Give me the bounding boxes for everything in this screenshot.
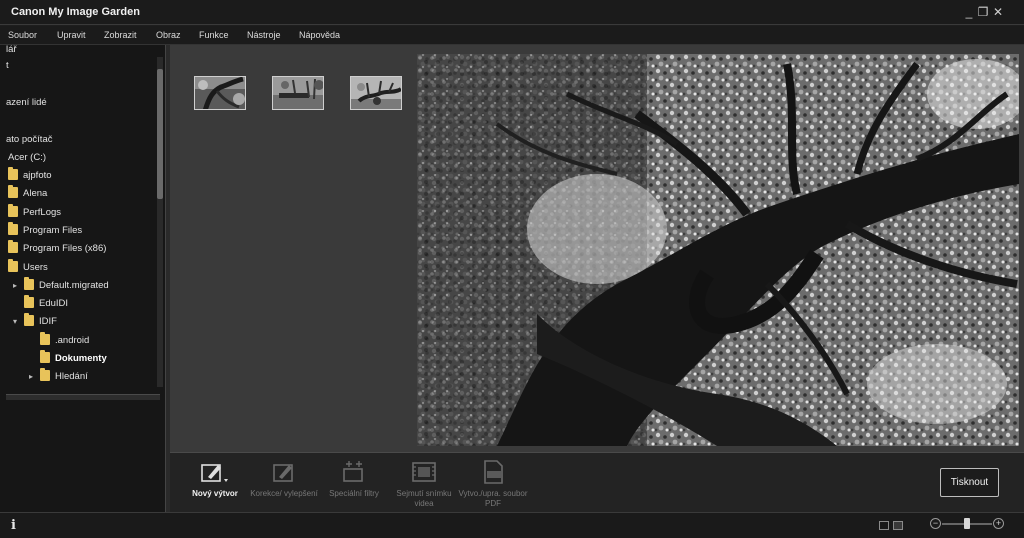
new-creation-label: Nový výtvor (192, 489, 238, 498)
folder-item[interactable]: Default.migrated (24, 276, 109, 294)
folder-label: Dokumenty (55, 353, 107, 364)
folder-icon (8, 240, 18, 254)
video-capture-label: Sejmutí snímku videa (396, 489, 452, 508)
sidebar-item-drive-c[interactable]: Acer (C:) (8, 150, 46, 166)
folder-item[interactable]: Hledání (40, 368, 88, 385)
correct-enhance-icon (273, 464, 293, 482)
folder-item[interactable]: Dokumenty (40, 350, 107, 367)
special-filters-icon (343, 461, 363, 482)
video-capture-tool[interactable]: Sejmutí snímku videa (389, 459, 459, 509)
folder-item[interactable]: Users (8, 258, 48, 276)
menu-nastroje[interactable]: Nástroje (247, 30, 281, 40)
folder-icon (24, 276, 34, 290)
sidebar-item-this-pc[interactable]: ato počítač (6, 132, 52, 148)
folder-icon (40, 331, 50, 345)
title-bar: Canon My Image Garden _ ❐ ✕ (0, 0, 1024, 25)
zoom-out-button[interactable]: − (930, 518, 941, 529)
folder-label: EduIDI (39, 298, 69, 310)
sidebar-item-people[interactable]: azení lidé (6, 95, 47, 111)
folder-label: Alena (23, 188, 48, 200)
folder-item[interactable]: .android (40, 331, 90, 349)
print-button[interactable]: Tisknout (940, 468, 999, 497)
folder-label: Hledání (55, 371, 88, 383)
bottom-toolbar: Nový výtvor Korekce/ vylepšení Speciální… (170, 452, 1024, 512)
menu-upravit[interactable]: Upravit (57, 30, 86, 40)
folder-icon (24, 313, 34, 327)
special-filters-tool[interactable]: Speciální filtry (319, 459, 389, 499)
folder-label: IDIF (39, 316, 57, 328)
tree-scrollbar-thumb[interactable] (157, 69, 163, 199)
folder-icon (8, 185, 18, 199)
folder-item[interactable]: ajpfoto (8, 167, 52, 184)
folder-label: Default.migrated (39, 279, 109, 291)
folder-icon (40, 368, 50, 382)
folder-item[interactable]: EduIDI (24, 295, 69, 312)
correct-enhance-tool[interactable]: Korekce/ vylepšení (249, 459, 319, 499)
minimize-button[interactable]: _ (962, 5, 976, 19)
folder-icon (8, 221, 18, 235)
app-title: Canon My Image Garden (11, 6, 140, 18)
folder-label: ajpfoto (23, 170, 52, 181)
folder-icon (8, 167, 18, 180)
thumbnail-view-icon[interactable] (879, 521, 889, 530)
collapsed-arrow-icon[interactable]: ▸ (29, 369, 33, 385)
sidebar-item-event[interactable]: t (6, 58, 9, 74)
folder-item[interactable]: Program Files (x86) (8, 240, 107, 257)
folder-label: Users (23, 261, 48, 273)
menu-funkce[interactable]: Funkce (199, 30, 229, 40)
pdf-tool[interactable]: Vytvo./upra. soubor PDF (458, 459, 528, 509)
folder-item[interactable]: Program Files (8, 221, 83, 239)
tree-scrollbar[interactable] (157, 57, 163, 387)
sidebar-item-calendar[interactable]: lář (6, 45, 17, 58)
folder-label: PerfLogs (23, 206, 62, 218)
status-bar: i − + (0, 512, 1024, 538)
folder-icon (24, 295, 34, 309)
pdf-label: Vytvo./upra. soubor PDF (458, 489, 528, 508)
zoom-slider-handle[interactable] (964, 518, 970, 529)
folder-item[interactable]: PerfLogs (8, 203, 62, 221)
special-filters-label: Speciální filtry (329, 489, 379, 498)
zoom-in-button[interactable]: + (993, 518, 1004, 529)
folder-label: .android (55, 334, 90, 346)
menu-soubor[interactable]: Soubor (8, 30, 37, 40)
main-panel (170, 45, 1024, 452)
new-creation-icon (201, 464, 228, 482)
folder-item[interactable]: IDIF (24, 313, 57, 330)
thumbnail-1[interactable] (194, 76, 246, 110)
menu-obraz[interactable]: Obraz (156, 30, 181, 40)
sidebar: lář t azení lidé ato počítač Acer (C:) a… (0, 45, 166, 512)
folder-item[interactable]: Alena (8, 185, 48, 202)
folder-icon (8, 258, 18, 272)
folder-tree: lář t azení lidé ato počítač Acer (C:) a… (0, 45, 158, 389)
folder-icon (40, 350, 50, 363)
menu-bar: Soubor Upravit Zobrazit Obraz Funkce Nás… (0, 26, 1024, 45)
info-icon[interactable]: i (11, 518, 16, 533)
folder-label: Program Files (x86) (23, 243, 107, 255)
menu-zobrazit[interactable]: Zobrazit (104, 30, 137, 40)
folder-icon (8, 203, 18, 217)
video-capture-icon (412, 462, 436, 482)
thumbnail-2[interactable] (272, 76, 324, 110)
expanded-arrow-icon[interactable]: ▾ (13, 314, 17, 330)
preview-view-icon[interactable] (893, 521, 903, 530)
image-preview (417, 54, 1019, 446)
close-button[interactable]: ✕ (991, 5, 1005, 19)
pdf-icon (484, 460, 503, 484)
menu-napoveda[interactable]: Nápověda (299, 30, 340, 40)
new-creation-tool[interactable]: Nový výtvor (180, 459, 250, 499)
thumbnail-3[interactable] (350, 76, 402, 110)
tree-horizontal-scrollbar[interactable] (6, 394, 160, 400)
restore-button[interactable]: ❐ (976, 5, 990, 19)
correct-enhance-label: Korekce/ vylepšení (250, 489, 318, 498)
collapsed-arrow-icon[interactable]: ▸ (13, 278, 17, 294)
folder-label: Program Files (23, 224, 83, 236)
